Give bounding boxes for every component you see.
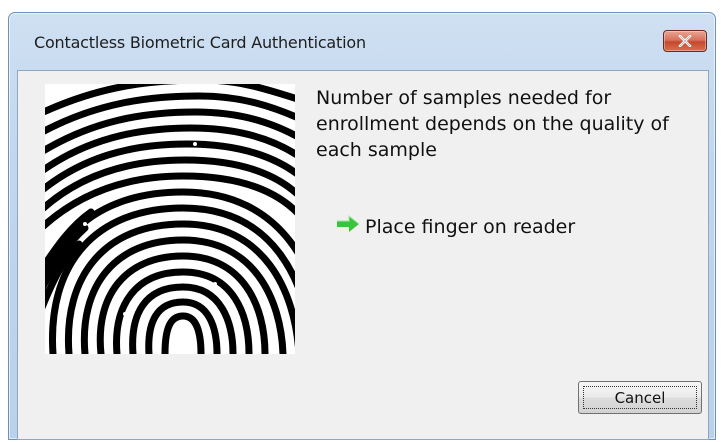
prompt-label: Place finger on reader — [365, 215, 576, 238]
dialog-window: Contactless Biometric Card Authenticatio… — [8, 12, 716, 440]
enrollment-info-text: Number of samples needed for enrollment … — [316, 87, 669, 161]
place-finger-prompt: Place finger on reader — [335, 214, 575, 239]
window-title: Contactless Biometric Card Authenticatio… — [34, 33, 366, 52]
dialog-content: Number of samples needed for enrollment … — [17, 70, 709, 440]
close-icon — [678, 35, 692, 47]
title-bar[interactable]: Contactless Biometric Card Authenticatio… — [9, 13, 715, 65]
cancel-button[interactable]: Cancel — [578, 381, 702, 414]
arrow-right-icon — [335, 214, 365, 239]
fingerprint-image — [45, 84, 295, 354]
close-button[interactable] — [663, 30, 707, 52]
cancel-button-label: Cancel — [614, 388, 666, 407]
